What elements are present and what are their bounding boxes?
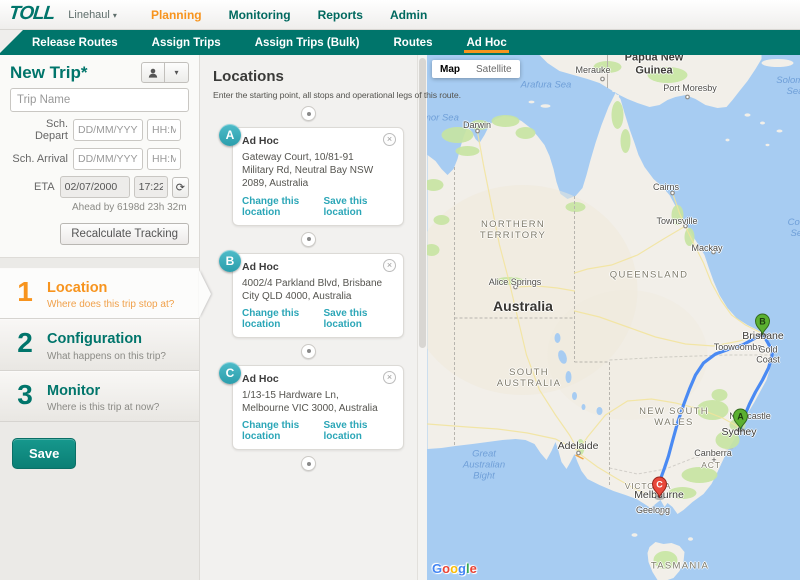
tab-assign-trips[interactable]: Assign Trips — [150, 32, 223, 53]
trip-options-caret-button[interactable]: ▾ — [165, 62, 189, 83]
scrollbar-thumb[interactable] — [419, 58, 426, 348]
locations-panel: Locations Enter the starting point, all … — [200, 55, 417, 580]
insert-stop-button[interactable] — [301, 232, 316, 247]
route-map[interactable]: Papua New GuineaMeraukePort MoresbySolom… — [427, 55, 800, 580]
step-subtitle: Where is this trip at now? — [47, 402, 159, 413]
toll-logo: TOLL — [8, 3, 56, 25]
stop-name: Ad Hoc — [242, 261, 394, 273]
step-title: Location — [47, 280, 174, 297]
stop-address: Gateway Court, 10/81-91 Military Rd, Neu… — [242, 151, 394, 191]
sch-depart-label: Sch. Depart — [10, 118, 68, 142]
step-title: Monitor — [47, 383, 159, 400]
step-location[interactable]: 1 Location Where does this trip stop at? — [0, 268, 199, 319]
stop-name: Ad Hoc — [242, 135, 394, 147]
eta-time-field — [134, 176, 168, 198]
trip-panel: New Trip* ▾ Sch. Depart S — [0, 55, 200, 580]
stop-badge: C — [219, 362, 241, 384]
step-monitor[interactable]: 3 Monitor Where is this trip at now? — [0, 371, 199, 422]
arrival-date-input[interactable] — [73, 148, 143, 170]
arrival-time-input[interactable] — [147, 148, 181, 170]
insert-stop-button[interactable] — [301, 456, 316, 471]
map-canvas — [427, 55, 800, 580]
page-title: New Trip* — [10, 63, 87, 83]
tab-release-routes[interactable]: Release Routes — [30, 32, 120, 53]
step-subtitle: What happens on this trip? — [47, 351, 166, 362]
step-subtitle: Where does this trip stop at? — [47, 299, 174, 310]
stop-address: 4002/4 Parkland Blvd, Brisbane City QLD … — [242, 277, 394, 303]
map-type-map-button[interactable]: Map — [432, 64, 468, 75]
context-dropdown[interactable]: Linehaul ▾ — [68, 9, 117, 21]
step-configuration[interactable]: 2 Configuration What happens on this tri… — [0, 319, 199, 370]
change-location-link[interactable]: Change this location — [242, 196, 324, 218]
insert-stop-button[interactable] — [301, 344, 316, 359]
panel-scrollbar[interactable] — [417, 55, 427, 580]
context-label: Linehaul — [68, 9, 110, 21]
corner-notch — [0, 30, 23, 53]
sch-arrival-label: Sch. Arrival — [10, 153, 68, 165]
new-trip-form: New Trip* ▾ Sch. Depart S — [0, 55, 199, 258]
nav-reports[interactable]: Reports — [318, 8, 363, 22]
stop-row-c: C × Ad Hoc 1/13-15 Hardware Ln, Melbourn… — [222, 365, 404, 450]
trip-name-input[interactable] — [10, 88, 189, 112]
map-type-control: Map Satellite — [432, 60, 520, 78]
stop-row-b: B × Ad Hoc 4002/4 Parkland Blvd, Brisban… — [222, 253, 404, 338]
step-number: 3 — [14, 380, 36, 413]
stop-card: × Ad Hoc 4002/4 Parkland Blvd, Brisbane … — [232, 253, 404, 338]
eta-label: ETA — [10, 181, 55, 193]
stop-card: × Ad Hoc Gateway Court, 10/81-91 Militar… — [232, 127, 404, 226]
step-number: 2 — [14, 328, 36, 361]
refresh-eta-button[interactable]: ⟳ — [172, 177, 189, 198]
user-icon-button[interactable] — [141, 62, 165, 83]
save-location-link[interactable]: Save this location — [324, 196, 394, 218]
trip-options-split-button: ▾ — [141, 62, 189, 83]
stop-name: Ad Hoc — [242, 373, 394, 385]
save-location-link[interactable]: Save this location — [324, 420, 394, 442]
planning-sub-nav: Release Routes Assign Trips Assign Trips… — [0, 30, 800, 55]
close-icon[interactable]: × — [383, 371, 396, 384]
change-location-link[interactable]: Change this location — [242, 420, 324, 442]
tab-routes[interactable]: Routes — [391, 32, 434, 53]
stop-address: 1/13-15 Hardware Ln, Melbourne VIC 3000,… — [242, 389, 394, 415]
step-title: Configuration — [47, 331, 166, 348]
depart-time-input[interactable] — [147, 119, 181, 141]
chevron-down-icon: ▾ — [113, 11, 117, 20]
user-icon — [148, 68, 158, 78]
step-number: 1 — [14, 277, 36, 310]
nav-admin[interactable]: Admin — [390, 8, 427, 22]
stop-row-a: A × Ad Hoc Gateway Court, 10/81-91 Milit… — [222, 127, 404, 226]
locations-title: Locations — [213, 68, 404, 85]
top-bar: TOLL Linehaul ▾ Planning Monitoring Repo… — [0, 0, 800, 30]
close-icon[interactable]: × — [383, 259, 396, 272]
wizard-steps: 1 Location Where does this trip stop at?… — [0, 268, 199, 422]
nav-planning[interactable]: Planning — [151, 8, 202, 22]
depart-date-input[interactable] — [73, 119, 143, 141]
tab-ad-hoc[interactable]: Ad Hoc — [464, 32, 508, 53]
google-logo[interactable]: Google — [432, 561, 477, 576]
tab-assign-trips-bulk[interactable]: Assign Trips (Bulk) — [253, 32, 362, 53]
close-icon[interactable]: × — [383, 133, 396, 146]
recalculate-tracking-button[interactable]: Recalculate Tracking — [60, 223, 189, 245]
change-location-link[interactable]: Change this location — [242, 308, 324, 330]
locations-subtitle: Enter the starting point, all stops and … — [213, 90, 404, 100]
main-nav: Planning Monitoring Reports Admin — [151, 8, 427, 22]
eta-date-field — [60, 176, 130, 198]
nav-monitoring[interactable]: Monitoring — [229, 8, 291, 22]
insert-stop-button[interactable] — [301, 106, 316, 121]
stop-card: × Ad Hoc 1/13-15 Hardware Ln, Melbourne … — [232, 365, 404, 450]
stop-badge: B — [219, 250, 241, 272]
save-location-link[interactable]: Save this location — [324, 308, 394, 330]
map-type-satellite-button[interactable]: Satellite — [468, 64, 520, 75]
eta-ahead-text: Ahead by 6198d 23h 32m — [72, 202, 189, 213]
save-button[interactable]: Save — [12, 438, 76, 469]
stop-badge: A — [219, 124, 241, 146]
